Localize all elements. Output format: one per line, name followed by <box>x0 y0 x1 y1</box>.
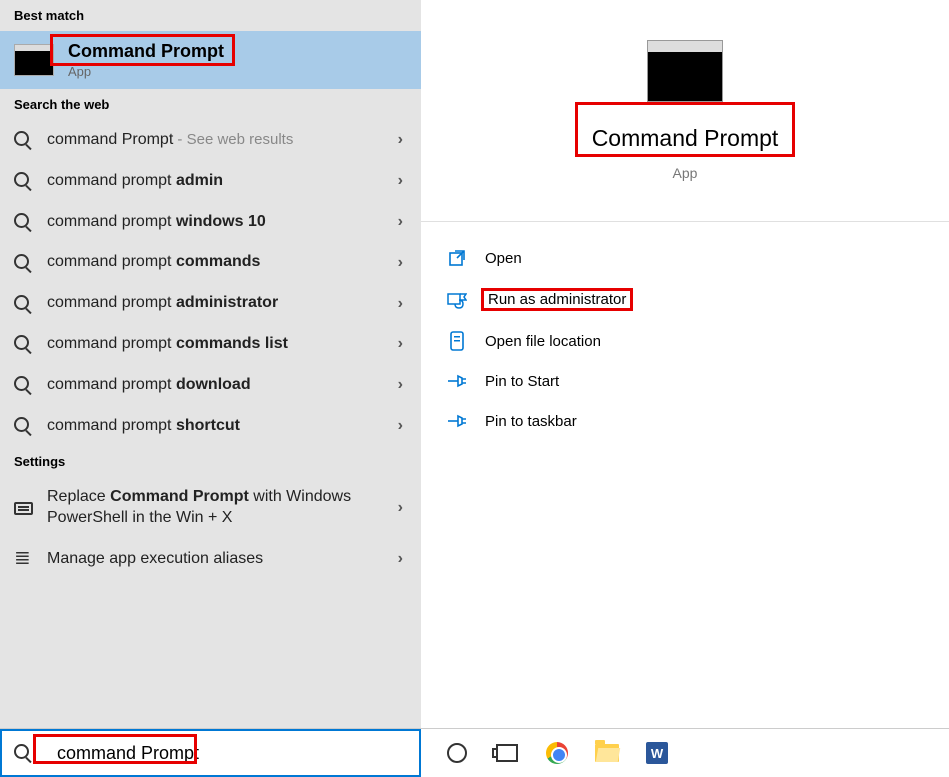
web-result-text: command prompt shortcut <box>47 416 280 437</box>
best-match-command-prompt[interactable]: Command Prompt App <box>0 31 421 89</box>
search-icon <box>14 213 32 231</box>
web-result-text: command prompt download <box>47 375 291 396</box>
chevron-right-icon: › <box>398 295 403 313</box>
action-label: Run as administrator <box>488 291 626 308</box>
search-icon <box>14 335 32 353</box>
action-label: Pin to Start <box>485 373 559 390</box>
chevron-right-icon: › <box>398 213 403 231</box>
taskbar-area: W <box>0 728 949 777</box>
admin-icon <box>447 290 467 310</box>
highlight-run-as-admin: Run as administrator <box>481 288 633 311</box>
search-icon <box>14 376 32 394</box>
chevron-right-icon: › <box>398 254 403 272</box>
chrome-icon[interactable] <box>545 741 569 765</box>
action-admin[interactable]: Run as administrator <box>447 278 949 321</box>
search-icon <box>14 417 32 435</box>
list-icon <box>14 551 32 567</box>
web-result-text: command prompt commands <box>47 252 300 273</box>
action-label: Open <box>485 250 522 267</box>
search-input[interactable] <box>57 743 419 764</box>
file-explorer-icon[interactable] <box>595 741 619 765</box>
web-result-3[interactable]: command prompt commands › <box>0 242 421 283</box>
preview-pane: Command Prompt App Open Run as administra… <box>421 0 949 728</box>
web-result-text: command prompt administrator <box>47 293 318 314</box>
best-match-subtitle: App <box>68 64 224 79</box>
section-best-match: Best match <box>0 0 421 31</box>
web-result-2[interactable]: command prompt windows 10 › <box>0 202 421 243</box>
web-result-6[interactable]: command prompt download › <box>0 365 421 406</box>
chevron-right-icon: › <box>398 131 403 149</box>
pin-start-icon <box>447 371 467 391</box>
highlight-preview-title: Command Prompt <box>575 102 796 157</box>
web-result-text: command Prompt - See web results <box>47 130 333 151</box>
pin-taskbar-icon <box>447 411 467 431</box>
action-open[interactable]: Open <box>447 238 949 278</box>
settings-replace-cmd[interactable]: Replace Command Prompt with Windows Powe… <box>0 477 421 539</box>
chevron-right-icon: › <box>398 376 403 394</box>
action-pin-start[interactable]: Pin to Start <box>447 361 949 401</box>
settings-item-label: Manage app execution aliases <box>47 549 303 570</box>
web-result-1[interactable]: command prompt admin › <box>0 161 421 202</box>
search-icon <box>14 172 32 190</box>
web-result-text: command prompt commands list <box>47 334 328 355</box>
chevron-right-icon: › <box>398 172 403 190</box>
chevron-right-icon: › <box>398 550 403 568</box>
open-icon <box>447 248 467 268</box>
section-search-web: Search the web <box>0 89 421 120</box>
taskbar: W <box>421 729 949 777</box>
web-result-7[interactable]: command prompt shortcut › <box>0 406 421 447</box>
task-view-icon[interactable] <box>495 741 519 765</box>
web-result-text: command prompt windows 10 <box>47 212 306 233</box>
search-box[interactable] <box>0 729 421 777</box>
preview-title: Command Prompt <box>592 125 779 152</box>
search-icon <box>14 744 32 762</box>
location-icon <box>447 331 467 351</box>
action-pin-taskbar[interactable]: Pin to taskbar <box>447 401 949 441</box>
preview-subtitle: App <box>673 165 698 181</box>
action-location[interactable]: Open file location <box>447 321 949 361</box>
chevron-right-icon: › <box>398 417 403 435</box>
word-icon[interactable]: W <box>645 741 669 765</box>
preview-cmd-icon <box>647 40 723 102</box>
search-icon <box>14 254 32 272</box>
search-results-pane: Best match Command Prompt App Search the… <box>0 0 421 728</box>
web-result-0[interactable]: command Prompt - See web results › <box>0 120 421 161</box>
search-icon <box>14 131 32 149</box>
cmd-prompt-icon <box>14 44 54 76</box>
web-result-4[interactable]: command prompt administrator › <box>0 283 421 324</box>
settings-manage-aliases[interactable]: Manage app execution aliases › <box>0 539 421 580</box>
action-label: Pin to taskbar <box>485 413 577 430</box>
chevron-right-icon: › <box>398 499 403 517</box>
action-label: Open file location <box>485 333 601 350</box>
web-result-text: command prompt admin <box>47 171 263 192</box>
web-result-5[interactable]: command prompt commands list › <box>0 324 421 365</box>
search-icon <box>14 295 32 313</box>
chevron-right-icon: › <box>398 335 403 353</box>
section-settings: Settings <box>0 446 421 477</box>
window-icon <box>14 502 33 515</box>
settings-item-label: Replace Command Prompt with Windows Powe… <box>47 487 407 529</box>
best-match-title: Command Prompt <box>68 41 224 62</box>
cortana-icon[interactable] <box>445 741 469 765</box>
